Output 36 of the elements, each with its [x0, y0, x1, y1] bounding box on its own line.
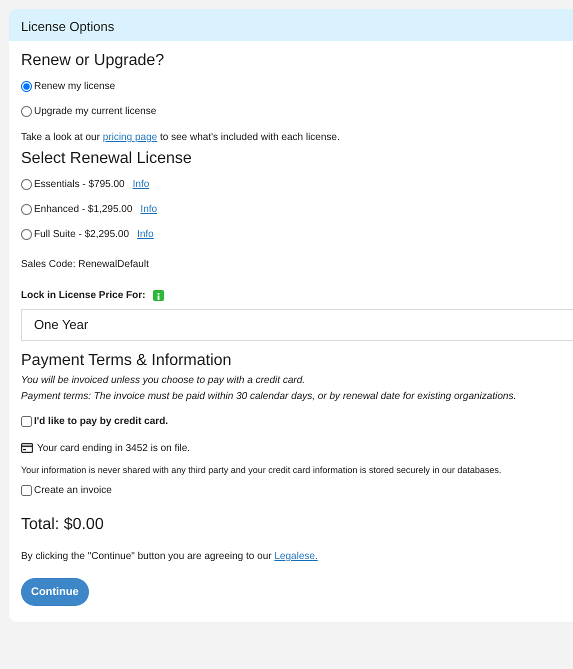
radio-label: Enhanced - $1,295.00: [34, 202, 132, 217]
info-icon: [153, 290, 164, 301]
card-on-file-text: Your card ending in 3452 is on file.: [37, 442, 190, 456]
checkbox[interactable]: [21, 484, 32, 496]
section-heading: Renew or Upgrade?: [21, 51, 166, 71]
sales-code: Sales Code: RenewalDefault: [21, 258, 150, 272]
payment-note: You will be invoiced unless you choose to pay with a credit card.: [21, 374, 306, 388]
privacy-note: Your information is never shared with any third party and your credit card information is stored securely in our databases.: [21, 464, 502, 478]
radio-button[interactable]: [21, 204, 32, 215]
radio-button[interactable]: [21, 80, 32, 92]
pricing-note: Take a look at our pricing page to see what's included with each license.: [21, 130, 341, 145]
radio-button[interactable]: [21, 228, 32, 240]
field-label: Lock in License Price For:: [21, 288, 146, 303]
info-link[interactable]: Info: [132, 176, 150, 192]
continue-button[interactable]: Continue: [21, 578, 89, 606]
agreement-note: By clicking the "Continue" button you are agreeing to our Legalese.: [21, 550, 319, 564]
total-amount: Total: $0.00: [21, 514, 105, 535]
radio-label: Upgrade my current license: [34, 104, 156, 119]
panel-title: License Options: [9, 9, 573, 41]
legalese-link[interactable]: Legalese.: [274, 550, 318, 562]
payment-note: Payment terms: The invoice must be paid within 30 calendar days, or by renewal date for existing organizations.: [21, 390, 518, 404]
radio-label: Essentials - $795.00: [34, 178, 125, 192]
credit-card-icon: [21, 443, 33, 454]
checkbox[interactable]: [21, 416, 32, 428]
dropdown-field[interactable]: One Year: [21, 308, 573, 341]
info-link[interactable]: Info: [137, 226, 154, 242]
radio-label: Full Suite - $2,295.00: [34, 228, 130, 242]
section-heading: Payment Terms & Information: [21, 350, 232, 371]
radio-button[interactable]: [21, 178, 32, 190]
radio-button[interactable]: [21, 106, 32, 117]
checkbox-label: I'd like to pay by credit card.: [34, 415, 168, 430]
section-heading: Select Renewal License: [21, 148, 193, 169]
radio-label: Renew my license: [34, 80, 116, 94]
info-link[interactable]: Info: [140, 202, 158, 217]
pricing-link[interactable]: pricing page: [102, 132, 158, 143]
checkbox-label: Create an invoice: [34, 484, 112, 498]
